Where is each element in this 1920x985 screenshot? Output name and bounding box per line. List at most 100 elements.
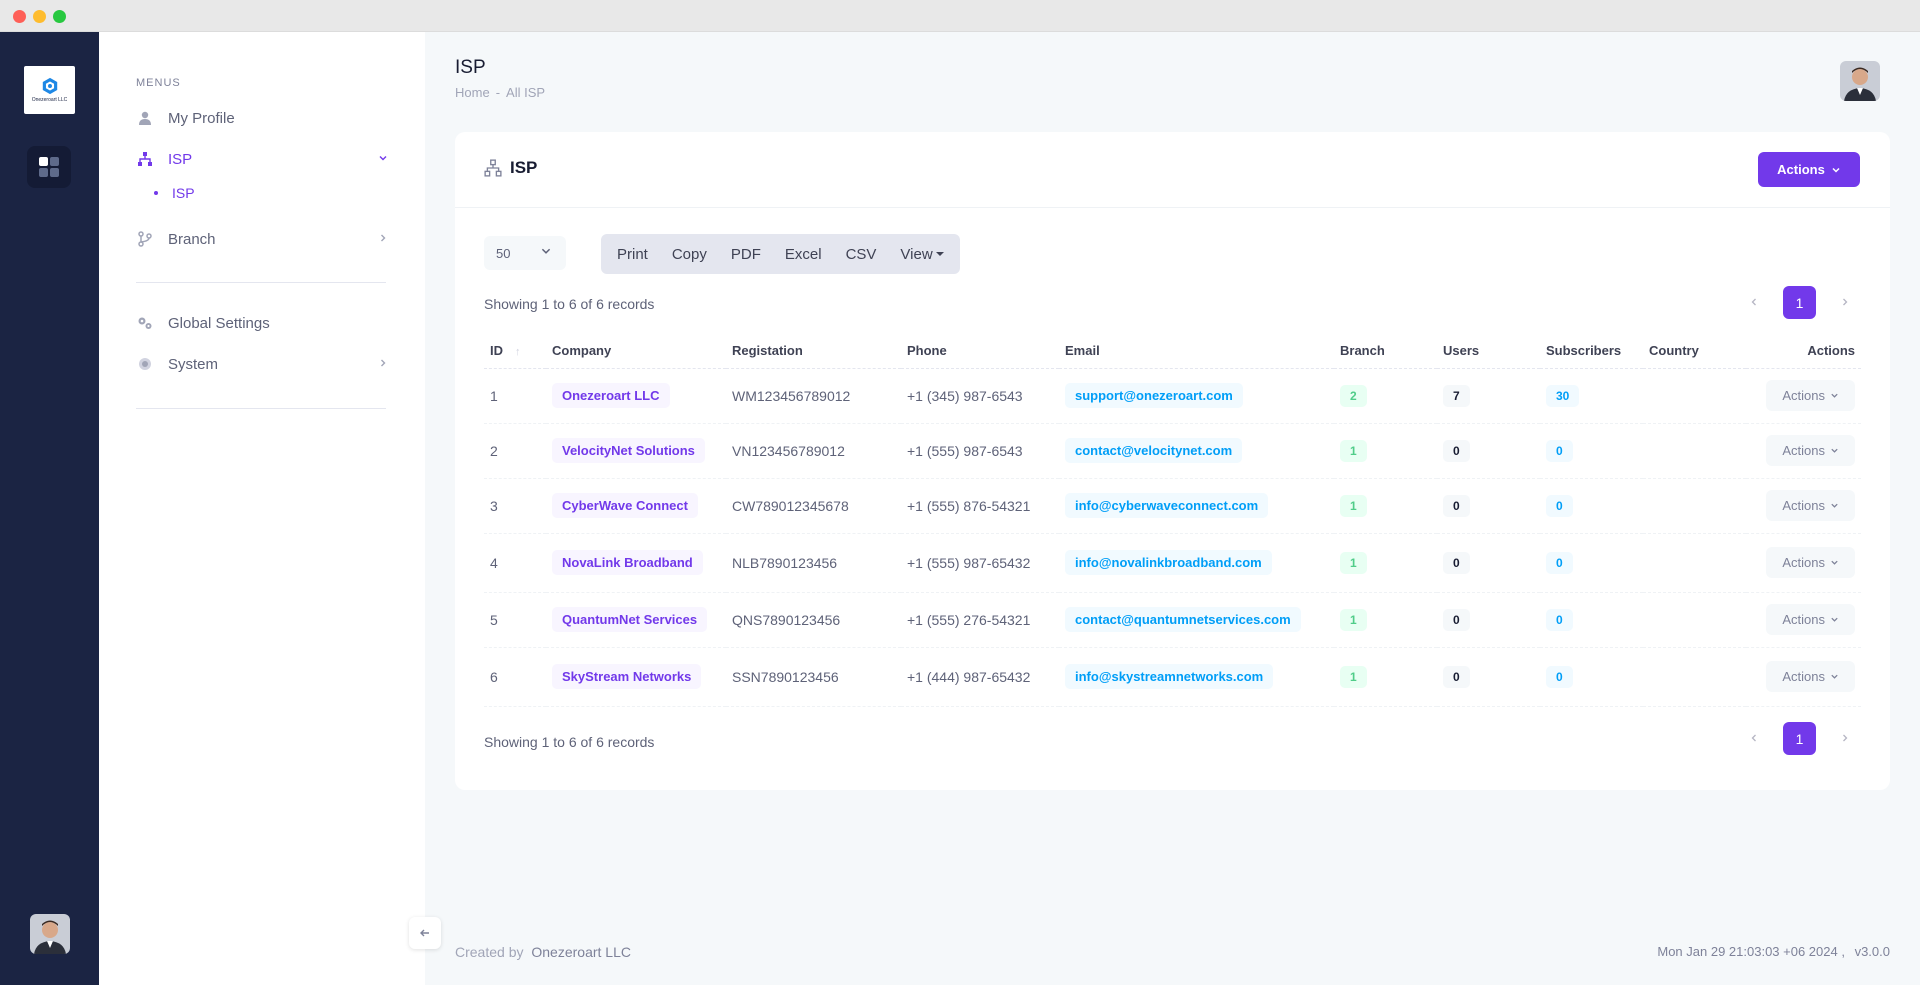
branch-count-badge: 1 [1340, 608, 1367, 631]
cell-subscribers: 0 [1540, 533, 1643, 593]
column-header-company[interactable]: Company [546, 334, 726, 369]
footer-brand-link[interactable]: Onezeroart LLC [531, 944, 631, 960]
email-link[interactable]: contact@quantumnetservices.com [1065, 607, 1301, 632]
header-user-avatar[interactable] [1840, 61, 1880, 101]
table-row: 2 VelocityNet Solutions VN123456789012 +… [484, 423, 1861, 479]
cell-phone: +1 (555) 987-6543 [901, 423, 1059, 479]
row-actions-button[interactable]: Actions [1766, 490, 1855, 521]
row-actions-button[interactable]: Actions [1766, 547, 1855, 578]
sidebar-item-branch[interactable]: Branch [136, 225, 388, 253]
sidebar-item-my-profile[interactable]: My Profile [136, 104, 388, 132]
company-link[interactable]: CyberWave Connect [552, 493, 698, 518]
email-link[interactable]: support@onezeroart.com [1065, 383, 1243, 408]
app-logo[interactable]: Onezeroart LLC [24, 66, 75, 114]
email-link[interactable]: info@novalinkbroadband.com [1065, 550, 1272, 575]
cell-email: info@skystreamnetworks.com [1059, 647, 1334, 707]
column-header-id[interactable]: ID ↑ [484, 334, 546, 369]
column-header-registration[interactable]: Registation [726, 334, 901, 369]
page-length-select[interactable]: 50 [484, 236, 566, 270]
breadcrumb-home[interactable]: Home [455, 85, 490, 100]
avatar-icon [1840, 61, 1880, 101]
next-page-button[interactable] [1830, 731, 1860, 747]
cell-company: CyberWave Connect [546, 478, 726, 534]
company-link[interactable]: Onezeroart LLC [552, 383, 670, 408]
prev-page-button[interactable] [1739, 731, 1769, 747]
cell-phone: +1 (555) 876-54321 [901, 478, 1059, 534]
cell-email: info@cyberwaveconnect.com [1059, 478, 1334, 534]
row-actions-button[interactable]: Actions [1766, 661, 1855, 692]
card-actions-button[interactable]: Actions [1758, 152, 1860, 187]
sidebar-item-global-settings[interactable]: Global Settings [136, 309, 388, 337]
csv-button[interactable]: CSV [834, 234, 889, 274]
page-1-button[interactable]: 1 [1783, 286, 1816, 319]
column-header-subscribers[interactable]: Subscribers [1540, 334, 1643, 369]
company-link[interactable]: VelocityNet Solutions [552, 438, 705, 463]
cell-registration: SSN7890123456 [726, 647, 901, 707]
table-row: 1 Onezeroart LLC WM123456789012 +1 (345)… [484, 368, 1861, 424]
cell-registration: VN123456789012 [726, 423, 901, 479]
cell-branch: 2 [1334, 368, 1437, 424]
view-button[interactable]: View [888, 234, 955, 274]
cell-subscribers: 30 [1540, 368, 1643, 424]
bullet-icon [154, 191, 158, 195]
email-link[interactable]: info@cyberwaveconnect.com [1065, 493, 1269, 518]
sidebar-item-label: Global Settings [168, 314, 270, 332]
breadcrumb-separator: - [495, 85, 501, 100]
maximize-window-button[interactable] [53, 10, 66, 23]
print-button[interactable]: Print [605, 234, 660, 274]
company-link[interactable]: NovaLink Broadband [552, 550, 703, 575]
email-link[interactable]: info@skystreamnetworks.com [1065, 664, 1274, 689]
column-header-email[interactable]: Email [1059, 334, 1334, 369]
cell-users: 0 [1437, 647, 1540, 707]
cell-email: contact@quantumnetservices.com [1059, 592, 1334, 648]
email-link[interactable]: contact@velocitynet.com [1065, 438, 1243, 463]
company-link[interactable]: SkyStream Networks [552, 664, 702, 689]
footer-version: v3.0.0 [1854, 944, 1890, 959]
next-page-button[interactable] [1830, 295, 1860, 311]
cell-users: 7 [1437, 368, 1540, 424]
dashboard-rail-button[interactable] [27, 146, 71, 188]
copy-button[interactable]: Copy [660, 234, 719, 274]
sidebar-item-label: ISP [168, 150, 193, 168]
sidebar: MENUS My Profile ISP ISP Branch Global S… [99, 32, 425, 985]
icon-rail: Onezeroart LLC [0, 32, 99, 985]
sidebar-subitem-isp[interactable]: ISP [154, 185, 195, 201]
pdf-button[interactable]: PDF [719, 234, 773, 274]
pagination-top: 1 [1739, 286, 1860, 319]
subscribers-count-badge: 0 [1546, 551, 1573, 574]
minimize-window-button[interactable] [33, 10, 46, 23]
column-header-country[interactable]: Country [1643, 334, 1746, 369]
cell-users: 0 [1437, 533, 1540, 593]
excel-button[interactable]: Excel [773, 234, 834, 274]
cell-id: 4 [484, 533, 546, 593]
company-link[interactable]: QuantumNet Services [552, 607, 708, 632]
page-1-button[interactable]: 1 [1783, 722, 1816, 755]
prev-page-button[interactable] [1739, 295, 1769, 311]
subscribers-count-badge: 0 [1546, 439, 1573, 462]
user-avatar[interactable] [30, 914, 70, 954]
sidebar-item-system[interactable]: System [136, 350, 388, 378]
branch-count-badge: 1 [1340, 665, 1367, 688]
cell-company: SkyStream Networks [546, 647, 726, 707]
column-header-branch[interactable]: Branch [1334, 334, 1437, 369]
column-header-phone[interactable]: Phone [901, 334, 1059, 369]
sidebar-item-isp[interactable]: ISP [136, 145, 388, 173]
cell-subscribers: 0 [1540, 478, 1643, 534]
network-icon [484, 159, 502, 177]
chevron-down-icon [540, 245, 552, 260]
row-actions-button[interactable]: Actions [1766, 380, 1855, 411]
window-titlebar [0, 0, 1920, 32]
cell-actions: Actions [1746, 592, 1861, 648]
column-header-users[interactable]: Users [1437, 334, 1540, 369]
logo-icon [42, 77, 57, 95]
sidebar-item-label: Branch [168, 230, 216, 248]
close-window-button[interactable] [13, 10, 26, 23]
users-count-badge: 0 [1443, 551, 1470, 574]
footer-credit: Created by Onezeroart LLC [455, 944, 631, 960]
cell-company: QuantumNet Services [546, 592, 726, 648]
row-actions-button[interactable]: Actions [1766, 435, 1855, 466]
cell-users: 0 [1437, 478, 1540, 534]
chevron-left-icon [1751, 734, 1756, 741]
sidebar-collapse-button[interactable] [409, 917, 441, 949]
row-actions-button[interactable]: Actions [1766, 604, 1855, 635]
